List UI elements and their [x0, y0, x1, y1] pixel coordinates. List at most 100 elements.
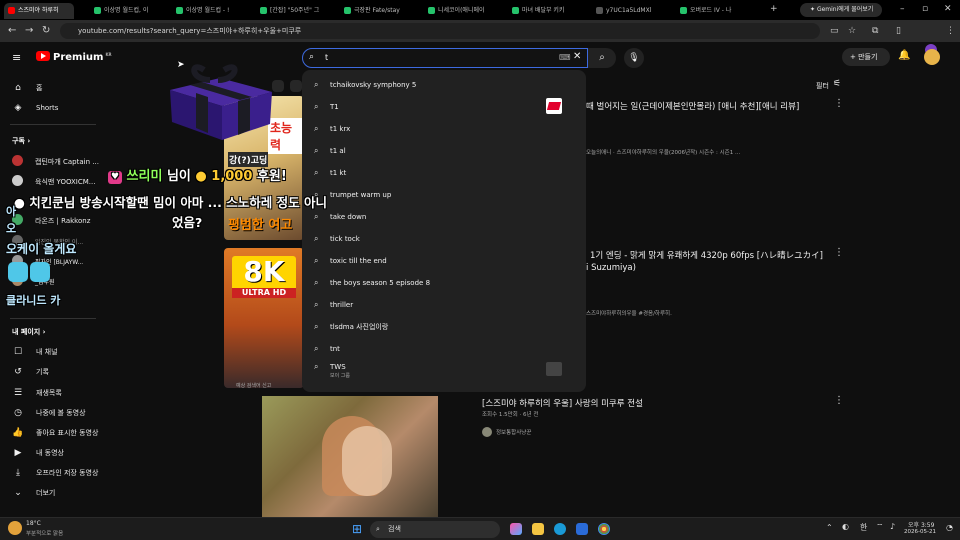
tab-0[interactable]: 스즈미야 하루히 — [4, 3, 74, 19]
filter-chip[interactable] — [290, 80, 302, 92]
suggestion-item[interactable]: ⌕ T1 — [314, 102, 339, 112]
file-explorer-icon[interactable] — [532, 523, 544, 535]
tab-6[interactable]: 마녀 배달부 키키 — [508, 3, 580, 19]
video-title[interactable]: 때 벌어지는 일(근데이제본인만몰라) [애니 추천][애니 리뷰] — [586, 100, 799, 112]
suggestion-item[interactable]: ⌕ thriller — [314, 300, 353, 310]
suggestion-item[interactable]: ⌕ t1 krx — [314, 124, 350, 134]
gemini-button[interactable]: ✦ Gemini에게 물어보기 — [800, 3, 882, 17]
minimize-icon[interactable]: – — [900, 4, 905, 14]
account-avatar[interactable] — [924, 49, 940, 65]
suggestion-item[interactable]: ⌕ t1 al — [314, 146, 346, 156]
bookmark-star-icon[interactable]: ☆ — [848, 26, 856, 36]
suggestion-text: tchaikovsky symphony 5 — [330, 81, 417, 89]
keyboard-icon[interactable]: ⌨ — [559, 53, 571, 62]
voice-search-button[interactable]: 🎙 — [624, 48, 644, 68]
channel-row[interactable]: 정보통합사냥꾼 — [482, 427, 531, 437]
logo-text: Premium — [53, 52, 104, 63]
sidebar-item-my-channel[interactable]: ☐ 내 채널 — [12, 347, 58, 357]
notification-center-icon[interactable]: ◔ — [946, 523, 953, 532]
weather-icon[interactable] — [8, 521, 22, 535]
sidebar-item-more[interactable]: ⌄ 더보기 — [12, 488, 55, 498]
volume-icon[interactable]: ♪ — [890, 522, 895, 531]
search-input[interactable]: t — [325, 53, 328, 62]
cast-icon[interactable]: ▭ — [830, 26, 839, 36]
clock-date[interactable]: 2026-05-21 — [904, 529, 936, 535]
filter-label[interactable]: 필터 — [816, 81, 829, 91]
sidebar-item-my-videos[interactable]: ▶ 내 동영상 — [12, 448, 64, 458]
tab-5[interactable]: 니세코이(애니메이 — [424, 3, 496, 19]
sidebar-item-history[interactable]: ↺ 기록 — [12, 367, 49, 377]
sidebar-item-downloads[interactable]: ⤓ 오프라인 저장 동영상 — [12, 468, 98, 478]
tab-1[interactable]: 이상명 월드컵, 이 — [90, 3, 160, 19]
search-button[interactable]: ⌕ — [588, 48, 616, 68]
sidebar-sub-0[interactable]: 캡틴마개 Captain ... — [12, 155, 99, 167]
tab-label: 스즈미야 하루히 — [18, 7, 59, 14]
video-thumbnail-2[interactable]: 8K ULTRA HD — [224, 248, 304, 388]
create-button[interactable]: + 만들기 — [842, 48, 890, 66]
edge-browser-icon[interactable] — [554, 523, 566, 535]
more-options-icon[interactable]: ⋮ — [834, 98, 844, 109]
address-bar[interactable]: youtube.com/results?search_query=스즈미야+하루… — [60, 23, 820, 39]
video-title-line2[interactable]: i Suzumiya) — [586, 263, 636, 273]
more-options-icon[interactable]: ⋮ — [834, 247, 844, 258]
suggestion-item[interactable]: ⌕ toxic till the end — [314, 256, 387, 266]
suggestion-item[interactable]: ⌕ take down — [314, 212, 366, 222]
notifications-bell-icon[interactable]: 🔔 — [898, 50, 910, 61]
video-title[interactable]: 1기 엔딩 - 맑게 맑게 유쾌하게 4320p 60fps [ハレ晴レユカイ] — [590, 249, 823, 261]
copilot-icon[interactable] — [510, 523, 522, 535]
sidebar-item-home[interactable]: ⌂ 홈 — [12, 83, 42, 93]
suggestion-item[interactable]: ⌕ t1 kt — [314, 168, 346, 178]
suggestion-item[interactable]: ⌕ tick tock — [314, 234, 360, 244]
clock-time[interactable]: 오후 3:59 — [908, 520, 934, 529]
suggestion-item[interactable]: ⌕ tchaikovsky symphony 5 — [314, 80, 416, 90]
suggestion-item[interactable]: ⌕ the boys season 5 episode 8 — [314, 278, 430, 288]
forward-icon[interactable]: → — [25, 25, 33, 36]
filter-sliders-icon[interactable]: ⚟ — [833, 79, 841, 89]
windows-start-icon[interactable]: ⊞ — [352, 522, 362, 536]
menu-kebab-icon[interactable]: ⋮ — [946, 26, 955, 36]
youtube-premium-logo[interactable]: Premium KR — [36, 51, 112, 63]
tab-3[interactable]: [간잡] "50주년" 그 — [256, 3, 328, 19]
report-suggestions-link[interactable]: 예상 검색어 신고 — [236, 382, 271, 389]
tray-app-icon[interactable]: ◐ — [842, 522, 849, 531]
sidebar-item-shorts[interactable]: ◈ Shorts — [12, 103, 59, 113]
subscriptions-header[interactable]: 구독 › — [12, 136, 30, 146]
playlist-icon: ☰ — [13, 388, 23, 398]
extensions-icon[interactable]: ⧉ — [872, 26, 878, 36]
video-thumbnail-3[interactable] — [262, 396, 438, 517]
suggestion-item[interactable]: ⌕ tlsdma 사진업이랑 — [314, 322, 388, 332]
tab-7[interactable]: y7UC1a5LdMXl — [592, 3, 664, 19]
tab-label: 마녀 배달부 키키 — [522, 7, 565, 14]
sidebar-sub-1[interactable]: 육식맨 YOOXICM... — [12, 175, 95, 187]
sidebar-toggle-icon[interactable]: ▯ — [896, 26, 901, 36]
badge-8k-text: 8K — [243, 255, 285, 288]
tab-2[interactable]: 이상명 월드컵 - ! — [172, 3, 244, 19]
input-language[interactable]: 한 — [860, 522, 867, 533]
hamburger-menu-icon[interactable]: ≡ — [12, 51, 21, 64]
suggestion-text: t1 al — [330, 147, 346, 155]
more-options-icon[interactable]: ⋮ — [834, 395, 844, 406]
tab-4[interactable]: 극장판 Fate/stay — [340, 3, 412, 19]
close-window-icon[interactable]: ✕ — [944, 4, 952, 14]
maximize-icon[interactable]: ▫ — [922, 4, 928, 14]
taskbar-search[interactable]: ⌕ 검색 — [370, 521, 500, 538]
suggestion-item[interactable]: ⌕ tnt — [314, 344, 340, 354]
search-box[interactable]: ⌕ t ⌨ ✕ — [302, 48, 588, 68]
wifi-icon[interactable]: ⌔ — [876, 522, 884, 532]
sidebar-item-watch-later[interactable]: ◷ 나중에 볼 동영상 — [12, 408, 85, 418]
tray-chevron-icon[interactable]: ⌃ — [826, 523, 833, 532]
tab-8[interactable]: 오버로드 IV - 나 — [676, 3, 748, 19]
my-page-header[interactable]: 내 페이지 › — [12, 327, 46, 337]
video-title[interactable]: [스즈미야 하루히의 우울] 사랑의 미쿠루 전설 — [482, 397, 643, 409]
sidebar-sub-2[interactable]: 라온즈 | Rakkonz — [12, 214, 90, 226]
reload-icon[interactable]: ↻ — [42, 25, 50, 36]
new-tab-icon[interactable]: + — [770, 4, 778, 14]
back-icon[interactable]: ← — [8, 25, 16, 36]
chrome-icon[interactable] — [598, 523, 610, 535]
store-icon[interactable] — [576, 523, 588, 535]
sidebar-item-liked[interactable]: 👍 좋아요 표시한 동영상 — [12, 428, 98, 438]
suggestion-item[interactable]: ⌕ TWS — [314, 362, 346, 372]
chat-overlay-text: 오 — [6, 222, 17, 235]
clear-search-icon[interactable]: ✕ — [573, 51, 581, 62]
sidebar-item-playlists[interactable]: ☰ 재생목록 — [12, 388, 62, 398]
